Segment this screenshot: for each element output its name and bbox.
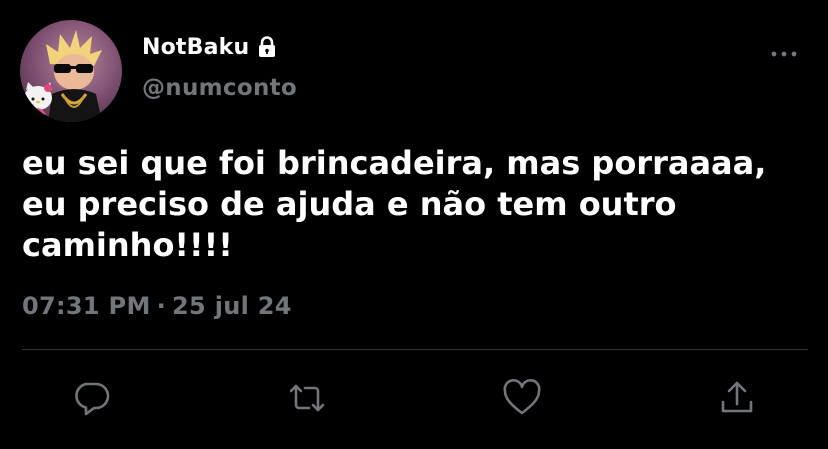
more-options-icon[interactable] <box>770 46 798 60</box>
retweet-icon <box>289 384 325 412</box>
tweet-date: 25 jul 24 <box>172 292 292 320</box>
tweet-timestamp[interactable]: 07:31 PM · 25 jul 24 <box>22 292 292 320</box>
reply-button[interactable] <box>72 378 112 418</box>
avatar[interactable] <box>20 20 122 122</box>
reply-icon <box>75 382 110 416</box>
action-bar <box>0 378 828 418</box>
tweet-time: 07:31 PM <box>22 292 151 320</box>
retweet-button[interactable] <box>287 378 327 418</box>
divider <box>22 349 808 350</box>
lock-icon <box>255 35 279 59</box>
share-button[interactable] <box>717 378 757 418</box>
avatar-image <box>24 30 102 122</box>
tweet-text: eu sei que foi brincadeira, mas porraaaa… <box>22 144 767 264</box>
display-name[interactable]: NotBaku <box>142 35 249 60</box>
display-name-row: NotBaku <box>142 30 297 64</box>
user-handle[interactable]: @numconto <box>142 75 297 101</box>
like-button[interactable] <box>502 378 542 418</box>
heart-icon <box>503 378 541 415</box>
user-info: NotBaku @numconto <box>142 30 297 102</box>
timestamp-separator: · <box>156 292 167 320</box>
tweet-card: NotBaku @numconto eu sei que foi brincad… <box>0 0 828 449</box>
share-icon <box>721 381 753 413</box>
